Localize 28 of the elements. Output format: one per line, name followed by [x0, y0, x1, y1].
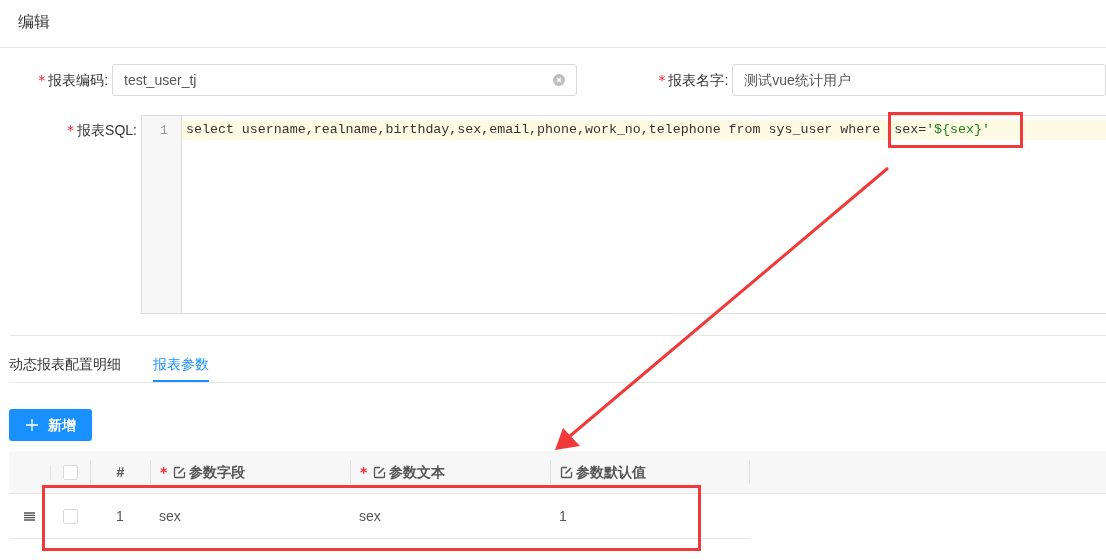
table-cell-text: 1 [559, 506, 567, 526]
column-header: # [116, 464, 125, 480]
column-header: 参数默认值 [576, 463, 646, 482]
table-cell-text: sex [359, 506, 381, 526]
tab[interactable]: 动态报表配置明细 [9, 336, 121, 382]
field-label: 报表编码: [48, 71, 109, 88]
required-asterisk: * [38, 71, 46, 88]
clear-icon[interactable] [553, 74, 566, 86]
highlight-frame: sex='${sex}' [888, 112, 1023, 148]
plus-icon [25, 419, 38, 431]
checkbox[interactable] [63, 464, 78, 480]
modal-title: 编辑 [18, 13, 50, 30]
checkbox[interactable] [62, 508, 78, 524]
text-input[interactable]: 测试vue统计用户 [732, 64, 1106, 96]
line-number: 1 [159, 122, 168, 140]
column-header: 参数文本 [389, 463, 446, 482]
table-cell-text: sex [159, 506, 181, 526]
table-cell: 1 [116, 507, 124, 524]
field-label: 报表名字: [668, 71, 729, 88]
code-editor[interactable]: 1 select username,realname,birthday,sex,email,phone,work_no,telephone from sys_user where sex='${sex}' [141, 115, 1106, 314]
column-header: 参数字段 [189, 463, 246, 482]
required-asterisk: * [360, 463, 368, 482]
required-asterisk: * [67, 122, 75, 138]
required-asterisk: * [160, 463, 168, 482]
required-asterisk: * [658, 71, 666, 88]
text-input[interactable]: test_user_tj [112, 64, 578, 96]
drag-handle-icon[interactable] [24, 511, 35, 521]
field-label: 报表SQL: [77, 122, 137, 138]
